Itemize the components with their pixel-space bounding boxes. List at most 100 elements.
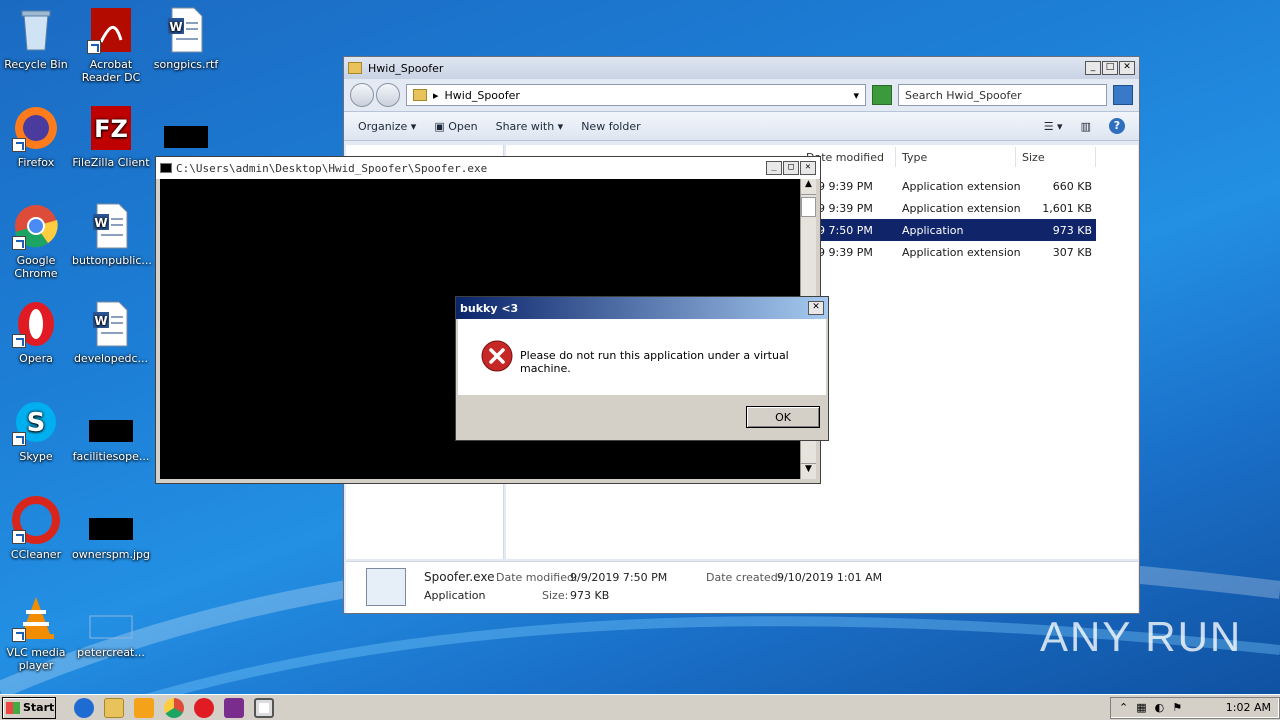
scroll-up-button[interactable]: ▲ [801, 179, 816, 195]
address-text: Hwid_Spoofer [444, 88, 520, 102]
desktop-icon-vlc[interactable]: VLC media player [0, 594, 75, 672]
minimize-button[interactable]: _ [766, 161, 782, 175]
desktop-icon-ownerspm[interactable]: ownerspm.jpg [72, 496, 150, 561]
clock[interactable]: 1:02 AM [1226, 701, 1271, 714]
column-header-size[interactable]: Size [1016, 147, 1096, 167]
svg-text:W: W [94, 314, 107, 328]
console-title: C:\Users\admin\Desktop\Hwid_Spoofer\Spoo… [176, 161, 488, 175]
details-modified-label: Date modified: [496, 571, 578, 584]
anyrun-watermark: ANY RUN [1040, 613, 1243, 660]
file-row-selected[interactable]: 9 7:50 PM Application 973 KB [806, 219, 1096, 241]
dialog-message: Please do not run this application under… [520, 349, 789, 375]
details-pane: Spoofer.exe Date modified: 9/9/2019 7:50… [346, 561, 1138, 613]
file-explorer-icon[interactable] [104, 697, 124, 718]
exe-file-icon [366, 568, 406, 606]
view-options-icon[interactable]: ☰ ▾ [1044, 120, 1063, 133]
console-titlebar[interactable]: C:\Users\admin\Desktop\Hwid_Spoofer\Spoo… [156, 157, 820, 179]
firefox-icon [12, 104, 60, 152]
desktop-icon-firefox[interactable]: Firefox [0, 104, 75, 169]
word-document-icon: W [87, 300, 135, 348]
word-document-icon: W [87, 202, 135, 250]
organize-menu[interactable]: Organize ▾ [358, 120, 416, 133]
desktop-icon-google-chrome[interactable]: Google Chrome [0, 202, 75, 280]
chevron-right-icon[interactable]: ▸ [433, 89, 439, 102]
desktop-icon-hidden-thumbnail[interactable] [147, 104, 225, 156]
winrar-taskbar-icon[interactable] [224, 697, 244, 718]
maximize-button[interactable]: □ [1102, 61, 1118, 75]
console-icon [160, 163, 172, 173]
chrome-taskbar-icon[interactable] [164, 697, 184, 718]
windows-logo-icon [6, 701, 20, 714]
help-icon[interactable]: ? [1109, 118, 1125, 134]
svg-text:S: S [27, 408, 46, 438]
desktop-icon-opera[interactable]: Opera [0, 300, 75, 365]
shortcut-arrow-icon [12, 530, 26, 544]
new-folder-button[interactable]: New folder [581, 120, 640, 133]
details-created-value: 9/10/2019 1:01 AM [777, 571, 883, 584]
taskbar: Start ⌃ ▦ ◐ ⚑ 1:02 AM [0, 694, 1280, 720]
preview-pane-icon[interactable]: ▥ [1081, 120, 1091, 133]
recycle-bin-icon [12, 6, 60, 54]
forward-button[interactable] [376, 83, 400, 107]
internet-explorer-icon[interactable] [74, 697, 94, 718]
volume-icon[interactable]: ◐ [1155, 701, 1165, 714]
search-icon[interactable] [1113, 85, 1133, 105]
error-dialog[interactable]: bukky <3 ✕ Please do not run this applic… [455, 296, 829, 441]
media-player-icon[interactable] [134, 697, 154, 718]
dialog-close-button[interactable]: ✕ [808, 301, 824, 315]
dialog-titlebar[interactable]: bukky <3 ✕ [456, 297, 828, 319]
back-button[interactable] [350, 83, 374, 107]
details-size-value: 973 KB [570, 589, 610, 602]
vlc-cone-icon [12, 594, 60, 642]
desktop-icon-recycle-bin[interactable]: Recycle Bin [0, 6, 75, 71]
close-button[interactable]: ✕ [1119, 61, 1135, 75]
desktop-icon-petercreat[interactable]: petercreat... [72, 594, 150, 659]
desktop-icon-acrobat[interactable]: Acrobat Reader DC [72, 6, 150, 84]
svg-text:W: W [169, 20, 182, 34]
action-center-flag-icon[interactable]: ⚑ [1172, 701, 1182, 714]
maximize-button[interactable]: □ [783, 161, 799, 175]
chrome-icon [12, 202, 60, 250]
black-thumbnail-icon [87, 496, 135, 544]
explorer-navbar: ▸ Hwid_Spoofer ▾ Search Hwid_Spoofer [344, 79, 1139, 111]
chevron-down-icon[interactable]: ▾ [853, 89, 859, 102]
scroll-down-button[interactable]: ▼ [801, 463, 816, 479]
desktop-icon-filezilla[interactable]: FZ FileZilla Client [72, 104, 150, 169]
close-button[interactable]: ✕ [800, 161, 816, 175]
system-tray: ⌃ ▦ ◐ ⚑ 1:02 AM [1110, 696, 1280, 719]
refresh-button[interactable] [872, 85, 892, 105]
network-icon[interactable]: ▦ [1136, 701, 1146, 714]
open-button[interactable]: ▣ Open [434, 120, 477, 133]
explorer-titlebar[interactable]: Hwid_Spoofer _ □ ✕ [344, 57, 1139, 79]
start-button[interactable]: Start [2, 696, 56, 719]
word-document-icon: W [162, 6, 210, 54]
details-file-name: Spoofer.exe [424, 570, 495, 584]
folder-icon [413, 89, 427, 101]
details-modified-value: 9/9/2019 7:50 PM [570, 571, 668, 584]
tray-expand-icon[interactable]: ⌃ [1119, 701, 1128, 714]
desktop-icon-buttonpublic[interactable]: W buttonpublic... [72, 202, 152, 267]
desktop-icon-skype[interactable]: S Skype [0, 398, 75, 463]
error-icon [481, 340, 513, 372]
blank-thumbnail-icon [87, 594, 135, 642]
desktop-icon-ccleaner[interactable]: CCleaner [0, 496, 75, 561]
acrobat-icon [87, 6, 135, 54]
svg-text:W: W [94, 216, 107, 230]
console-taskbar-button[interactable] [254, 697, 274, 718]
svg-text:FZ: FZ [94, 115, 128, 143]
shortcut-arrow-icon [12, 138, 26, 152]
desktop-icon-developedc[interactable]: W developedc... [72, 300, 150, 365]
address-bar[interactable]: ▸ Hwid_Spoofer ▾ [406, 84, 866, 106]
dialog-title: bukky <3 [460, 301, 519, 315]
desktop-icon-facilitiesope[interactable]: facilitiesope... [72, 398, 150, 463]
minimize-button[interactable]: _ [1085, 61, 1101, 75]
scroll-thumb[interactable] [801, 197, 816, 217]
opera-taskbar-icon[interactable] [194, 697, 214, 718]
desktop-icon-songpics[interactable]: W songpics.rtf [147, 6, 225, 71]
skype-icon: S [12, 398, 60, 446]
share-with-menu[interactable]: Share with ▾ [496, 120, 564, 133]
column-header-type[interactable]: Type [896, 147, 1016, 167]
search-input[interactable]: Search Hwid_Spoofer [898, 84, 1107, 106]
details-size-label: Size: [542, 589, 569, 602]
ok-button[interactable]: OK [746, 406, 820, 428]
